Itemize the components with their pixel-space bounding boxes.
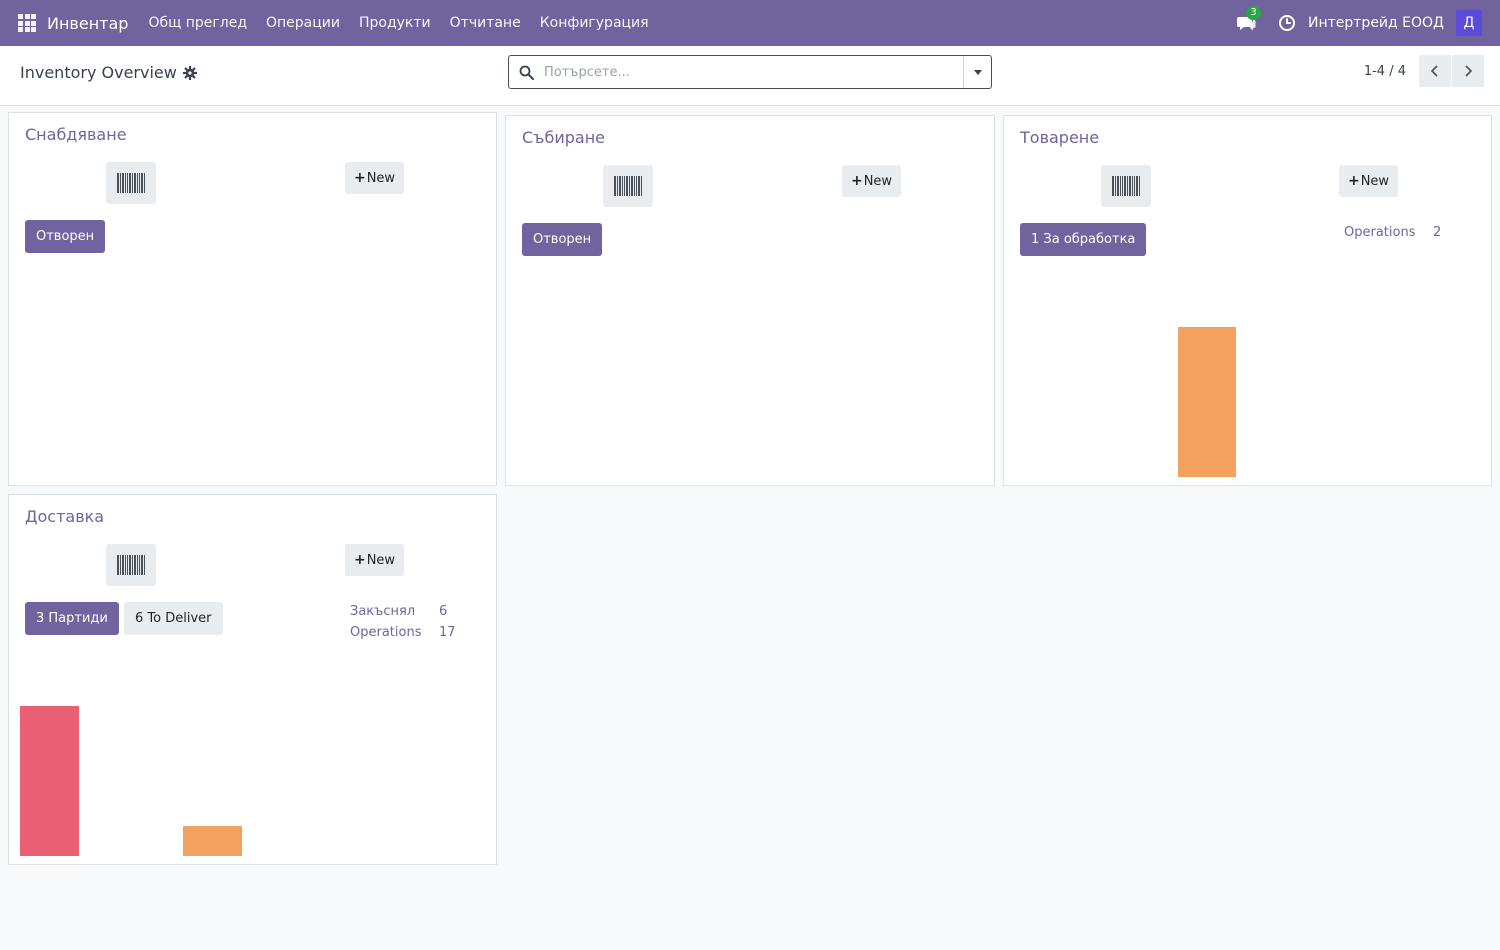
graph-bar[interactable] (183, 826, 242, 856)
menu-overview[interactable]: Общ преглед (148, 15, 247, 31)
menu-reporting[interactable]: Отчитане (450, 15, 521, 31)
page-title: Inventory Overview (20, 63, 177, 82)
card-title[interactable]: Снабдяване (25, 125, 127, 144)
barcode-button[interactable] (603, 165, 653, 207)
batches-button[interactable]: 3 Партиди (25, 602, 119, 635)
breadcrumb: Inventory Overview (20, 63, 197, 82)
plus-icon: + (353, 170, 366, 186)
stat-label: Закъснял (350, 604, 416, 619)
stat-operations[interactable]: Operations 2 (1344, 225, 1441, 240)
barcode-button[interactable] (106, 162, 156, 204)
activity-clock-icon[interactable] (1278, 14, 1296, 32)
search-bar (508, 55, 992, 89)
menu-configuration[interactable]: Конфигурация (540, 15, 649, 31)
plus-icon: + (1347, 173, 1360, 189)
stat-value: 6 (439, 604, 448, 619)
chevron-left-icon (1430, 65, 1438, 77)
card-delivery: Доставка + New 3 Партиди 6 To Deliver Зак… (8, 494, 497, 865)
stat-label: Operations (350, 625, 422, 640)
menu-products[interactable]: Продукти (359, 15, 431, 31)
search-input[interactable] (544, 64, 963, 80)
apps-menu-icon[interactable] (18, 14, 36, 32)
new-button[interactable]: + New (1339, 165, 1398, 197)
new-label: New (863, 173, 893, 189)
pager-previous-button[interactable] (1419, 55, 1451, 87)
messages-count-badge: 3 (1246, 6, 1261, 20)
barcode-icon (1112, 176, 1140, 196)
company-switcher[interactable]: Интертрейд ЕООД (1308, 15, 1444, 31)
graph-bar[interactable] (20, 706, 79, 856)
pager-value[interactable]: 1-4 / 4 (1364, 64, 1406, 79)
search-icon (519, 65, 534, 80)
chat-icon[interactable]: 3 (1236, 6, 1261, 33)
barcode-icon (117, 173, 145, 193)
barcode-button[interactable] (1101, 165, 1151, 207)
card-loading: Товарене + New 1 За обработка Operations … (1003, 115, 1492, 486)
chevron-right-icon (1465, 65, 1473, 77)
menu-operations[interactable]: Операции (266, 15, 340, 31)
plus-icon: + (353, 552, 366, 568)
barcode-icon (614, 176, 642, 196)
pager-next-button[interactable] (1452, 55, 1484, 87)
to-deliver-button[interactable]: 6 To Deliver (124, 602, 223, 635)
card-title[interactable]: Товарене (1020, 128, 1099, 147)
graph-bar[interactable] (1178, 327, 1236, 477)
card-receipts: Снабдяване + New Отворен (8, 112, 497, 486)
stat-late[interactable]: Закъснял 6 (350, 604, 447, 619)
to-process-button[interactable]: 1 За обработка (1020, 223, 1147, 256)
app-brand[interactable]: Инвентар (47, 14, 128, 33)
gear-icon[interactable] (182, 65, 197, 80)
open-button[interactable]: Отворен (522, 223, 603, 256)
top-navbar: Инвентар Общ преглед Операции Продукти О… (0, 0, 1500, 46)
card-picking: Събиране + New Отворен (505, 115, 995, 486)
control-panel: Inventory Overview 1-4 / 4 (0, 46, 1500, 106)
new-label: New (366, 170, 396, 186)
new-button[interactable]: + New (345, 544, 404, 576)
stat-operations[interactable]: Operations 17 (350, 625, 456, 640)
new-label: New (366, 552, 396, 568)
card-title[interactable]: Доставка (25, 507, 104, 526)
barcode-button[interactable] (106, 544, 156, 586)
new-label: New (1360, 173, 1390, 189)
card-title[interactable]: Събиране (522, 128, 605, 147)
stat-label: Operations (1344, 225, 1416, 240)
user-avatar[interactable]: Д (1456, 10, 1482, 36)
new-button[interactable]: + New (842, 165, 901, 197)
pager: 1-4 / 4 (1364, 55, 1484, 87)
chevron-down-icon (973, 69, 982, 75)
stat-value: 2 (1433, 225, 1442, 240)
search-options-toggle[interactable] (963, 56, 991, 88)
barcode-icon (117, 555, 145, 575)
open-button[interactable]: Отворен (25, 220, 106, 253)
stat-value: 17 (439, 625, 456, 640)
plus-icon: + (850, 173, 863, 189)
new-button[interactable]: + New (345, 162, 404, 194)
